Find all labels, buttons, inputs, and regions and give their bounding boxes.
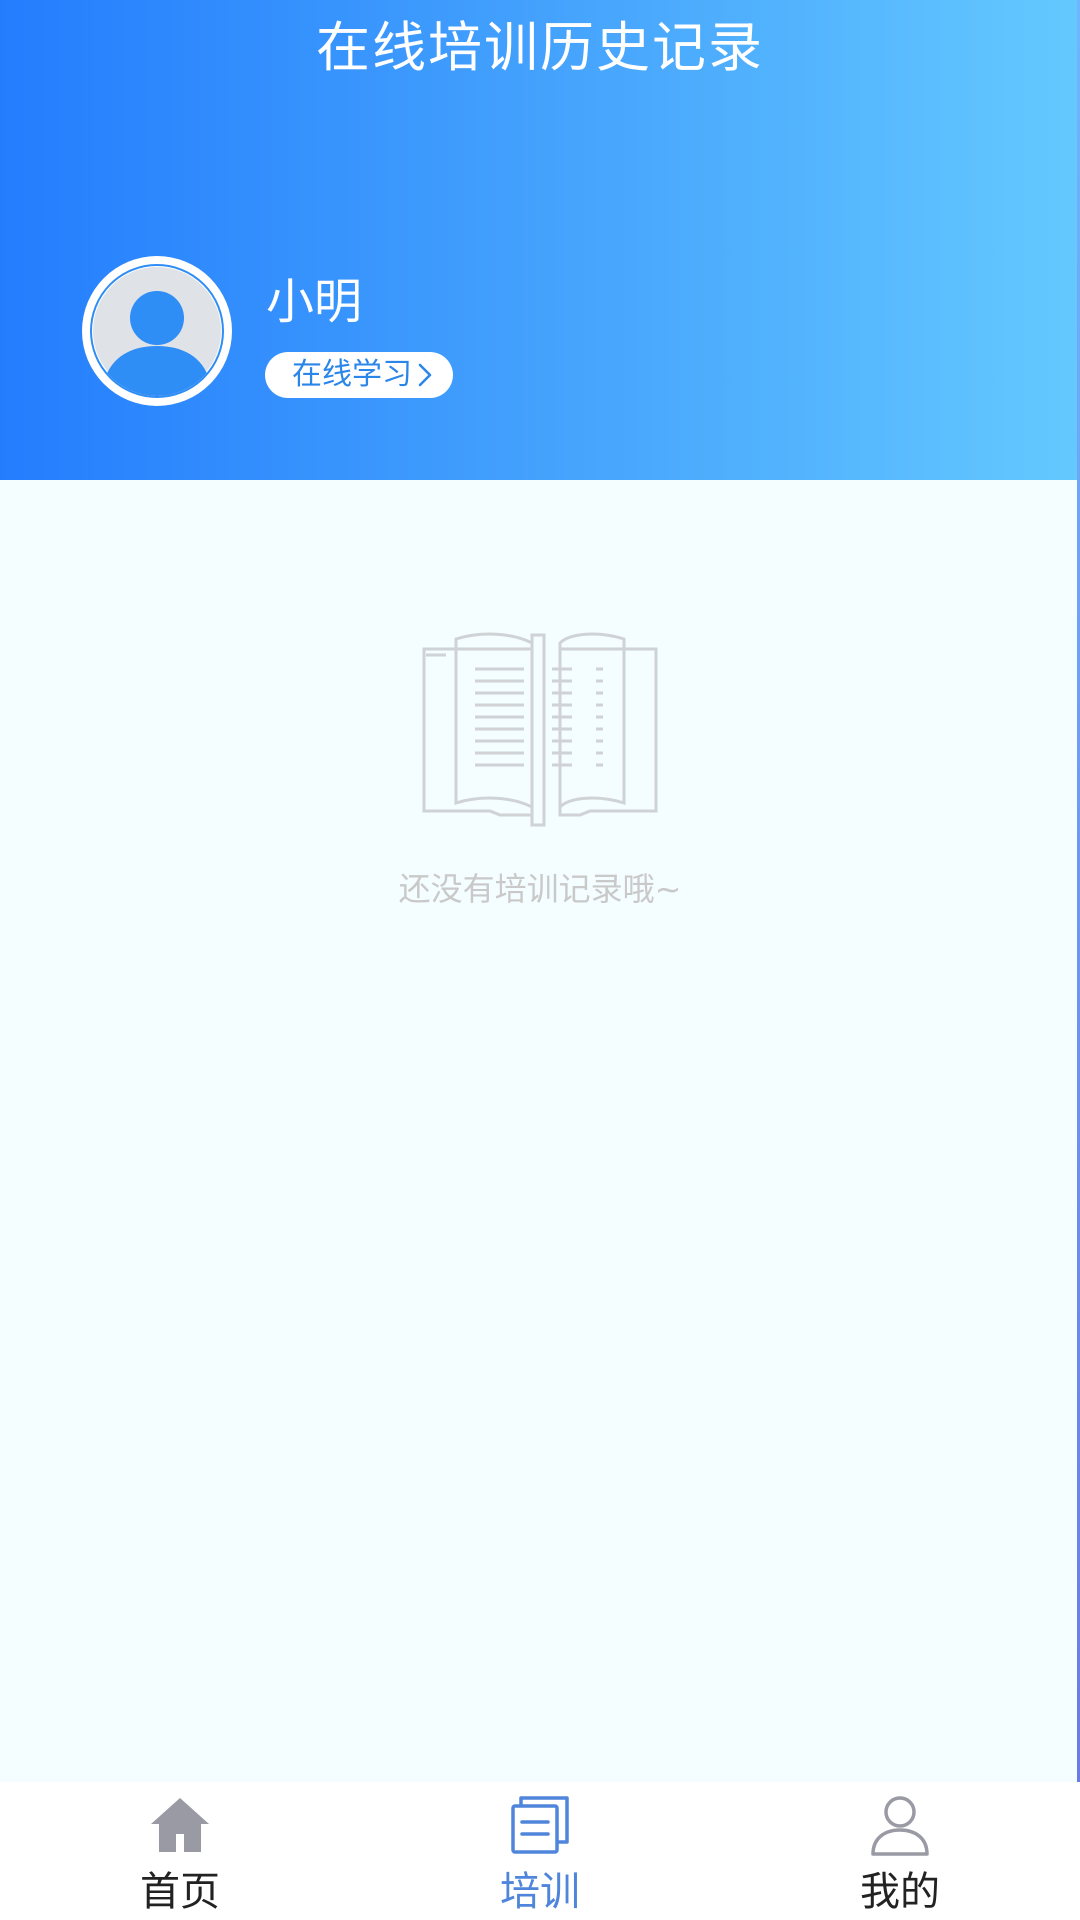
nav-label-training: 培训 bbox=[500, 1869, 580, 1915]
chevron-right-icon bbox=[418, 363, 432, 387]
bottom-nav: 首页 培训 我的 bbox=[0, 1782, 1080, 1920]
header-banner: 在线培训历史记录 小明 在线学习 bbox=[0, 0, 1080, 480]
nav-item-profile[interactable]: 我的 bbox=[720, 1782, 1080, 1920]
avatar-placeholder-icon bbox=[90, 264, 224, 398]
page-title: 在线培训历史记录 bbox=[316, 16, 764, 79]
online-study-label: 在线学习 bbox=[292, 357, 412, 392]
avatar[interactable] bbox=[82, 256, 232, 406]
nav-item-home[interactable]: 首页 bbox=[0, 1782, 360, 1920]
training-icon bbox=[511, 1796, 569, 1854]
empty-state-message: 还没有培训记录哦~ bbox=[398, 870, 682, 908]
nav-label-profile: 我的 bbox=[860, 1869, 940, 1915]
home-icon bbox=[151, 1798, 209, 1852]
nav-item-training[interactable]: 培训 bbox=[360, 1782, 720, 1920]
online-study-button[interactable]: 在线学习 bbox=[265, 352, 453, 398]
user-name: 小明 bbox=[266, 274, 363, 330]
nav-label-home: 首页 bbox=[140, 1869, 220, 1915]
profile-icon bbox=[871, 1796, 929, 1856]
open-book-icon bbox=[422, 632, 658, 827]
